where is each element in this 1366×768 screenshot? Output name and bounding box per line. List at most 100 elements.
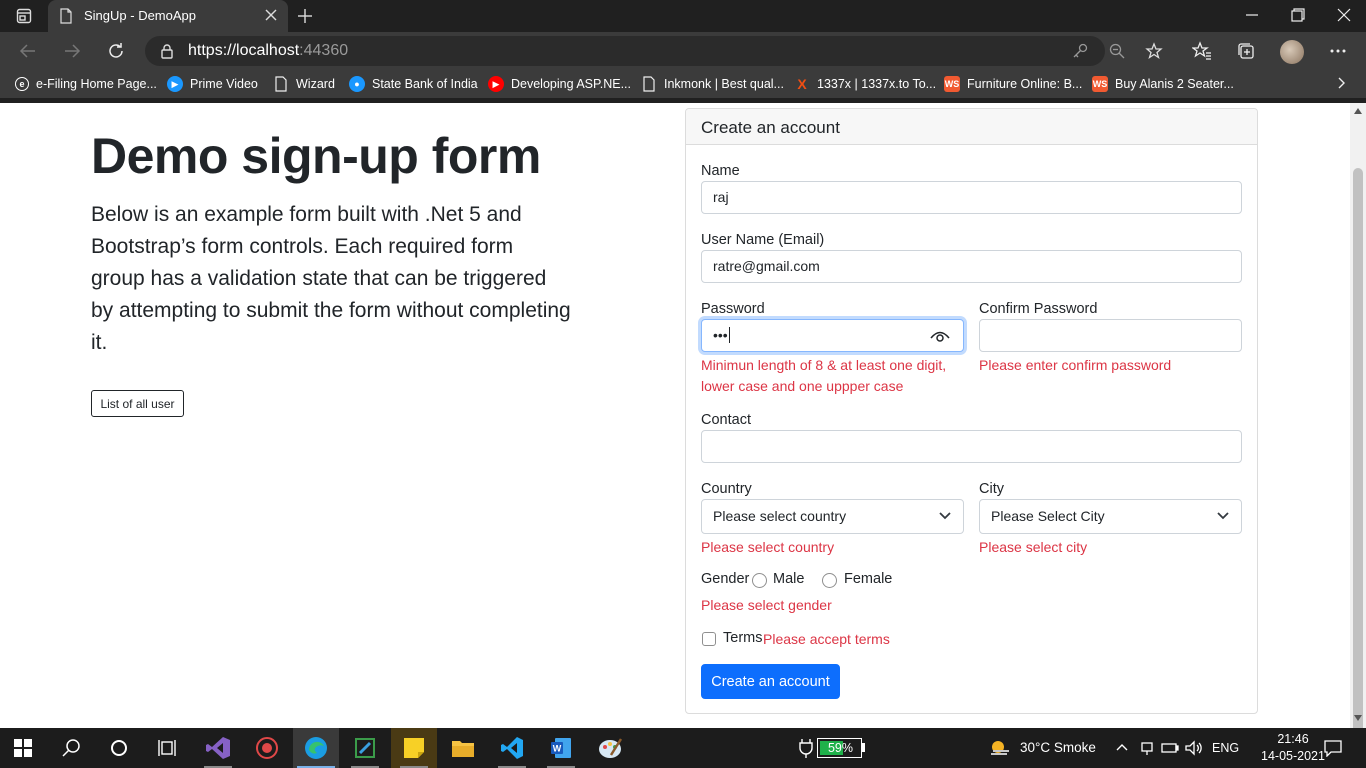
- search-icon: [62, 739, 80, 757]
- zoom-icon[interactable]: [1108, 42, 1126, 60]
- restore-icon[interactable]: [1289, 6, 1307, 24]
- bookmark-sbi[interactable]: ● State Bank of India: [349, 75, 478, 93]
- forward-icon[interactable]: [62, 41, 82, 61]
- password-error: Minimun length of 8 & at least one digit…: [701, 357, 947, 394]
- network-icon[interactable]: [1139, 740, 1155, 756]
- create-account-button[interactable]: Create an account: [701, 664, 840, 699]
- folder-icon: [452, 741, 474, 757]
- edge-app[interactable]: [293, 728, 339, 768]
- bookmark-youtube[interactable]: ▶ Developing ASP.NE...: [488, 75, 631, 93]
- youtube-icon: ▶: [488, 76, 504, 92]
- window-menu-icon[interactable]: [16, 8, 32, 24]
- weather-text[interactable]: 30°C Smoke: [1020, 740, 1096, 755]
- bookmarks-bar: e e-Filing Home Page... ▶ Prime Video Wiza…: [0, 70, 1366, 98]
- profile-avatar[interactable]: [1280, 40, 1304, 64]
- visual-studio-app[interactable]: [195, 728, 241, 768]
- bookmark-prime-video[interactable]: ▶ Prime Video: [167, 75, 258, 93]
- back-icon[interactable]: [18, 41, 38, 61]
- tab-title: SingUp - DemoApp: [84, 8, 196, 23]
- favorites-icon[interactable]: [1192, 41, 1212, 61]
- lock-icon[interactable]: [159, 43, 175, 59]
- notifications-icon[interactable]: [1324, 739, 1342, 757]
- city-selected: Please Select City: [991, 508, 1105, 524]
- terms-checkbox[interactable]: [702, 632, 716, 646]
- country-select[interactable]: Please select country: [701, 499, 964, 534]
- bookmark-1337x[interactable]: X 1337x | 1337x.to To...: [794, 75, 936, 93]
- start-button[interactable]: [0, 728, 46, 768]
- gender-male-radio[interactable]: [752, 573, 767, 588]
- clock-date[interactable]: 14-05-2021: [1260, 749, 1326, 763]
- sbi-icon: ●: [349, 76, 365, 92]
- windows-icon: [14, 739, 32, 757]
- battery-indicator[interactable]: 59%: [817, 738, 862, 758]
- prime-video-icon: ▶: [167, 76, 183, 92]
- language-indicator[interactable]: ENG: [1212, 741, 1239, 755]
- visual-studio-icon: [206, 737, 230, 759]
- confirm-password-field[interactable]: [979, 319, 1242, 352]
- close-tab-icon[interactable]: [264, 8, 278, 22]
- page-content: Demo sign-up form Below is an example fo…: [0, 103, 1350, 728]
- vscode-app[interactable]: [489, 728, 535, 768]
- contact-field[interactable]: [701, 430, 1242, 463]
- collections-icon[interactable]: [1236, 41, 1256, 61]
- battery-tray-icon[interactable]: [1161, 740, 1179, 756]
- chevron-right-icon[interactable]: [1334, 76, 1348, 90]
- bookmark-wizard[interactable]: Wizard: [273, 75, 335, 93]
- task-view-button[interactable]: [144, 728, 190, 768]
- word-app[interactable]: W: [538, 728, 584, 768]
- country-label: Country: [701, 481, 752, 497]
- scroll-down-icon[interactable]: [1354, 714, 1362, 722]
- clock-time[interactable]: 21:46: [1264, 732, 1322, 746]
- text-cursor: [728, 327, 730, 343]
- sticky-notes-app[interactable]: [391, 728, 437, 768]
- sticky-notes-icon: [404, 738, 424, 758]
- terms-error: Please accept terms: [763, 631, 890, 647]
- scroll-thumb[interactable]: [1353, 168, 1363, 768]
- record-icon: [256, 737, 278, 759]
- cortana-icon: [111, 740, 127, 756]
- record-app[interactable]: [244, 728, 290, 768]
- scroll-up-icon[interactable]: [1354, 107, 1362, 115]
- password-field[interactable]: •••: [701, 319, 964, 352]
- page-description: Below is an example form built with .Net…: [91, 203, 571, 354]
- show-password-icon[interactable]: [930, 328, 950, 344]
- key-icon[interactable]: [1071, 42, 1089, 60]
- search-button[interactable]: [48, 728, 94, 768]
- close-window-icon[interactable]: [1335, 6, 1353, 24]
- page-icon: [643, 76, 655, 92]
- bookmark-inkmonk[interactable]: Inkmonk | Best qual...: [641, 75, 784, 93]
- address-bar: https://localhost:44360: [0, 32, 1366, 70]
- page-title: Demo sign-up form: [91, 128, 541, 184]
- task-view-icon: [158, 740, 176, 756]
- bookmark-alanis[interactable]: WS Buy Alanis 2 Seater...: [1092, 75, 1234, 93]
- card-title: Create an account: [701, 118, 840, 137]
- name-field[interactable]: raj: [701, 181, 1242, 214]
- browser-tab[interactable]: SingUp - DemoApp: [48, 0, 288, 32]
- bookmark-efiling[interactable]: e e-Filing Home Page...: [15, 75, 157, 93]
- new-tab-icon[interactable]: [296, 7, 314, 25]
- refresh-icon[interactable]: [106, 41, 126, 61]
- chevron-up-icon[interactable]: [1116, 742, 1128, 754]
- weather-icon[interactable]: [989, 738, 1011, 758]
- add-favorite-icon[interactable]: [1145, 42, 1163, 60]
- page-scrollbar[interactable]: [1350, 103, 1366, 768]
- volume-icon[interactable]: [1185, 740, 1203, 756]
- more-menu-icon[interactable]: [1328, 41, 1348, 61]
- url-field[interactable]: https://localhost:44360: [145, 36, 1163, 66]
- gender-label: Gender: [701, 571, 750, 587]
- bookmark-furniture[interactable]: WS Furniture Online: B...: [944, 75, 1082, 93]
- minimize-icon[interactable]: [1243, 6, 1261, 24]
- signup-card: Create an account Name raj User Name (Em…: [685, 108, 1258, 714]
- card-header: Create an account: [686, 109, 1257, 145]
- email-field[interactable]: ratre@gmail.com: [701, 250, 1242, 283]
- list-all-users-button[interactable]: List of all user: [91, 390, 184, 417]
- snipping-app[interactable]: [342, 728, 388, 768]
- power-plug-icon[interactable]: [797, 738, 815, 758]
- cortana-button[interactable]: [96, 728, 142, 768]
- gender-male-label: Male: [773, 571, 805, 587]
- gender-female-radio[interactable]: [822, 573, 837, 588]
- file-explorer-app[interactable]: [440, 728, 486, 768]
- city-select[interactable]: Please Select City: [979, 499, 1242, 534]
- paint-app[interactable]: [587, 728, 633, 768]
- 1337x-icon: X: [797, 76, 807, 92]
